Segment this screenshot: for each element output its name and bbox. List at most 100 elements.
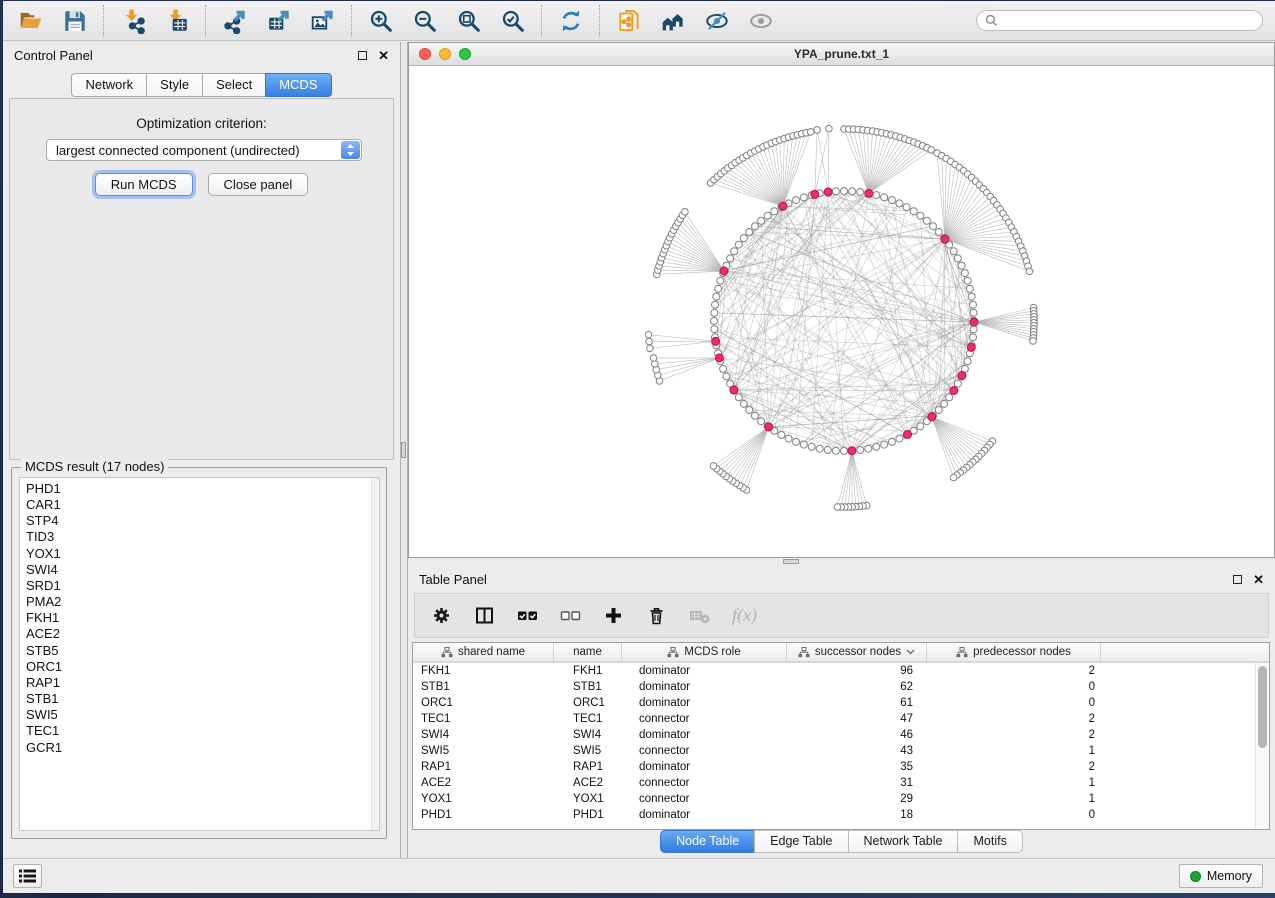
leaf-node[interactable] bbox=[1030, 338, 1037, 345]
leaf-node[interactable] bbox=[950, 474, 957, 481]
ring-node[interactable] bbox=[735, 241, 742, 248]
ring-node[interactable] bbox=[731, 248, 738, 255]
ring-node[interactable] bbox=[873, 443, 880, 450]
table-row[interactable]: RAP1RAP1dominator352 bbox=[413, 759, 1269, 775]
ring-node[interactable] bbox=[740, 235, 747, 242]
deselect-all-icon[interactable] bbox=[560, 605, 581, 626]
ring-node[interactable] bbox=[841, 448, 848, 455]
import-table-icon[interactable] bbox=[163, 7, 190, 34]
tab-style[interactable]: Style bbox=[146, 73, 202, 97]
ring-node[interactable] bbox=[941, 400, 948, 407]
ring-node[interactable] bbox=[841, 188, 848, 195]
ring-node[interactable] bbox=[881, 441, 888, 448]
close-panel-button[interactable]: Close panel bbox=[208, 173, 309, 196]
table-row[interactable]: ORC1ORC1dominator610 bbox=[413, 695, 1269, 711]
export-image-icon[interactable] bbox=[309, 7, 336, 34]
close-table-panel-icon[interactable]: ✕ bbox=[1253, 575, 1264, 584]
ring-node[interactable] bbox=[954, 255, 961, 262]
ring-node[interactable] bbox=[970, 326, 977, 333]
float-table-panel-icon[interactable] bbox=[1233, 575, 1242, 584]
column-header-successor-nodes[interactable]: successor nodes bbox=[787, 643, 927, 661]
mcds-result-item[interactable]: STB5 bbox=[26, 643, 379, 659]
mcds-result-item[interactable]: CAR1 bbox=[26, 497, 379, 513]
close-panel-icon[interactable]: ✕ bbox=[378, 51, 389, 60]
mcds-result-item[interactable]: TID3 bbox=[26, 529, 379, 545]
mcds-result-item[interactable]: PHD1 bbox=[26, 481, 379, 497]
ring-node[interactable] bbox=[713, 293, 720, 300]
leaf-node[interactable] bbox=[645, 331, 652, 338]
ring-node[interactable] bbox=[758, 418, 765, 425]
ring-node[interactable] bbox=[970, 334, 977, 341]
hub-node[interactable] bbox=[967, 343, 975, 351]
hub-node[interactable] bbox=[811, 190, 819, 198]
clone-network-icon[interactable] bbox=[615, 7, 642, 34]
ring-node[interactable] bbox=[735, 394, 742, 401]
ring-node[interactable] bbox=[970, 309, 977, 316]
ring-node[interactable] bbox=[778, 431, 785, 438]
tab-network-table[interactable]: Network Table bbox=[848, 830, 958, 853]
open-session-icon[interactable] bbox=[17, 7, 44, 34]
import-network-icon[interactable] bbox=[119, 7, 146, 34]
ring-node[interactable] bbox=[964, 277, 971, 284]
hub-node[interactable] bbox=[715, 354, 723, 362]
table-row[interactable]: YOX1YOX1connector291 bbox=[413, 791, 1269, 807]
mcds-result-item[interactable]: STB1 bbox=[26, 691, 379, 707]
ring-node[interactable] bbox=[958, 262, 965, 269]
ring-node[interactable] bbox=[824, 447, 831, 454]
hub-node[interactable] bbox=[904, 430, 912, 438]
panel-list-button[interactable] bbox=[13, 864, 42, 888]
table-row[interactable]: STB1STB1dominator620 bbox=[413, 679, 1269, 695]
ring-node[interactable] bbox=[793, 438, 800, 445]
hub-node[interactable] bbox=[720, 267, 728, 275]
delete-column-icon[interactable] bbox=[646, 605, 667, 626]
hub-node[interactable] bbox=[958, 372, 966, 380]
column-header-shared-name[interactable]: shared name bbox=[413, 643, 554, 661]
ring-node[interactable] bbox=[946, 394, 953, 401]
hub-node[interactable] bbox=[730, 386, 738, 394]
leaf-node[interactable] bbox=[807, 129, 814, 136]
ring-node[interactable] bbox=[752, 412, 759, 419]
ring-node[interactable] bbox=[764, 212, 771, 219]
leaf-node[interactable] bbox=[710, 463, 717, 470]
leaf-node[interactable] bbox=[814, 127, 821, 134]
table-row[interactable]: SWI5SWI5connector431 bbox=[413, 743, 1269, 759]
ring-node[interactable] bbox=[961, 270, 968, 277]
save-session-icon[interactable] bbox=[61, 7, 88, 34]
ring-node[interactable] bbox=[950, 248, 957, 255]
mcds-result-item[interactable]: ORC1 bbox=[26, 659, 379, 675]
zoom-out-icon[interactable] bbox=[411, 7, 438, 34]
ring-node[interactable] bbox=[966, 285, 973, 292]
ring-node[interactable] bbox=[711, 326, 718, 333]
mcds-result-item[interactable]: TEC1 bbox=[26, 723, 379, 739]
optimization-criterion-select[interactable]: largest connected component (undirected) bbox=[46, 139, 362, 161]
column-header-predecessor-nodes[interactable]: predecessor nodes bbox=[927, 643, 1101, 661]
export-table-icon[interactable] bbox=[265, 7, 292, 34]
hub-node[interactable] bbox=[865, 189, 873, 197]
zoom-fit-icon[interactable] bbox=[455, 7, 482, 34]
ring-node[interactable] bbox=[930, 223, 937, 230]
ring-node[interactable] bbox=[712, 301, 719, 308]
search-input[interactable] bbox=[998, 13, 1254, 29]
ring-node[interactable] bbox=[723, 373, 730, 380]
first-neighbors-icon[interactable] bbox=[659, 7, 686, 34]
leaf-node[interactable] bbox=[650, 355, 657, 362]
table-row[interactable]: SWI4SWI4dominator462 bbox=[413, 727, 1269, 743]
ring-node[interactable] bbox=[771, 208, 778, 215]
leaf-node[interactable] bbox=[1026, 268, 1033, 275]
tab-network[interactable]: Network bbox=[71, 73, 146, 97]
ring-node[interactable] bbox=[785, 435, 792, 442]
table-row[interactable]: ACE2ACE2connector311 bbox=[413, 775, 1269, 791]
hub-node[interactable] bbox=[712, 337, 720, 345]
mcds-result-item[interactable]: FKH1 bbox=[26, 610, 379, 626]
column-header-MCDS-role[interactable]: MCDS role bbox=[622, 643, 787, 661]
mcds-result-list[interactable]: PHD1CAR1STP4TID3YOX1SWI4SRD1PMA2FKH1ACE2… bbox=[19, 477, 380, 831]
select-all-icon[interactable] bbox=[517, 605, 538, 626]
ring-node[interactable] bbox=[857, 447, 864, 454]
network-canvas[interactable] bbox=[409, 66, 1274, 557]
hub-node[interactable] bbox=[848, 447, 856, 455]
ring-node[interactable] bbox=[917, 423, 924, 430]
ring-node[interactable] bbox=[903, 204, 910, 211]
hub-node[interactable] bbox=[765, 423, 773, 431]
column-header-name[interactable]: name bbox=[554, 643, 622, 661]
horizontal-splitter[interactable] bbox=[408, 558, 1275, 566]
